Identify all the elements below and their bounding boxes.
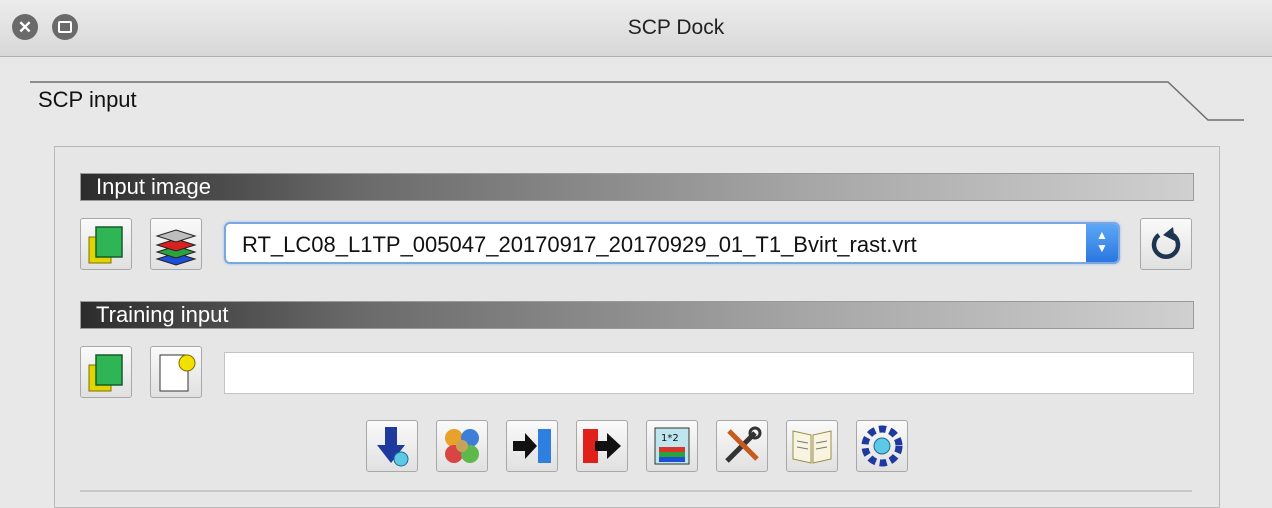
open-training-button[interactable] (80, 346, 132, 398)
user-manual-button[interactable] (786, 420, 838, 472)
book-icon (792, 430, 832, 464)
band-calc-icon: 1*2 (654, 427, 690, 465)
tab-scp-input[interactable]: SCP input (38, 87, 137, 113)
input-image-select[interactable]: RT_LC08_L1TP_005047_20170917_20170929_01… (224, 222, 1120, 264)
preprocessing-button[interactable] (436, 420, 488, 472)
divider (80, 490, 1192, 492)
input-image-label: Input image (96, 174, 211, 199)
new-file-icon (159, 354, 196, 392)
help-button[interactable] (856, 420, 908, 472)
layers-icon (155, 229, 197, 266)
import-arrow-icon (513, 429, 551, 463)
selected-image-text: RT_LC08_L1TP_005047_20170917_20170929_01… (242, 232, 917, 257)
svg-text:1*2: 1*2 (661, 433, 679, 444)
training-input-label: Training input (96, 302, 229, 327)
band-calc-button[interactable]: 1*2 (646, 420, 698, 472)
training-add-icon (88, 354, 123, 392)
tools-icon (725, 426, 762, 463)
training-input-section-header: Training input (80, 301, 1194, 329)
settings-button[interactable] (716, 420, 768, 472)
refresh-button[interactable] (1140, 218, 1192, 270)
input-image-section-header: Input image (80, 173, 1194, 201)
tab-outline (30, 81, 1244, 121)
add-raster-button[interactable] (80, 218, 132, 270)
download-icon (377, 427, 409, 467)
help-icon (861, 425, 903, 467)
chevron-updown-icon[interactable]: ▲ ▼ (1086, 224, 1118, 262)
band-processing-button[interactable] (506, 420, 558, 472)
postprocessing-button[interactable] (576, 420, 628, 472)
raster-add-icon (88, 226, 123, 264)
refresh-icon (1151, 227, 1181, 259)
new-training-button[interactable] (150, 346, 202, 398)
band-set-button[interactable] (150, 218, 202, 270)
download-button[interactable] (366, 420, 418, 472)
export-arrow-icon (583, 429, 621, 463)
preprocessing-icon (445, 429, 479, 463)
training-input-field[interactable] (224, 352, 1194, 394)
